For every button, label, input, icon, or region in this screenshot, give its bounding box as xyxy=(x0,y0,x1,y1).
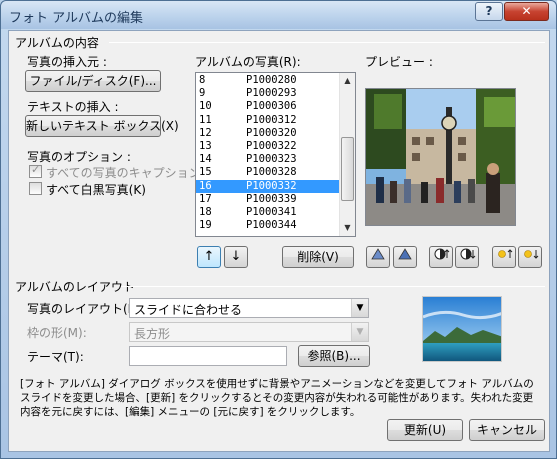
update-button[interactable]: 更新(U) xyxy=(387,419,463,441)
black-white-checkbox-label: すべて白黒写真(K) xyxy=(46,183,146,197)
list-item[interactable]: 18 P1000341 xyxy=(196,206,339,219)
picture-filename: P1000320 xyxy=(246,126,297,139)
new-text-box-button[interactable]: 新しいテキスト ボックス(X) xyxy=(25,115,179,137)
picture-layout-value: スライドに合わせる xyxy=(134,303,243,317)
dialog-client-area: アルバムの内容 写真の挿入元 : ファイル/ディスク(F)... テキストの挿入… xyxy=(8,30,550,452)
remove-button[interactable]: 削除(V) xyxy=(282,246,354,268)
picture-filename: P1000323 xyxy=(246,153,297,166)
picture-filename: P1000332 xyxy=(246,179,297,192)
move-down-button[interactable]: ↓ xyxy=(224,246,248,268)
captions-checkbox[interactable] xyxy=(29,163,42,178)
picture-filename: P1000322 xyxy=(246,140,297,152)
preview-image xyxy=(365,88,516,226)
cancel-button[interactable]: キャンセル xyxy=(469,419,545,441)
list-item[interactable]: 13 P1000322 xyxy=(196,140,339,153)
picture-filename: P1000306 xyxy=(246,100,297,113)
picture-filename: P1000344 xyxy=(246,219,297,232)
picture-filename: P1000339 xyxy=(246,192,297,205)
picture-number: 8 xyxy=(199,74,206,86)
picture-number: 18 xyxy=(199,206,212,218)
picture-options-label: 写真のオプション : xyxy=(27,150,131,164)
help-button[interactable]: ? xyxy=(475,2,503,21)
list-item[interactable]: 16 P1000332 xyxy=(196,179,339,193)
chevron-down-icon[interactable]: ▼ xyxy=(351,323,368,341)
move-up-button[interactable]: ↑ xyxy=(197,246,221,268)
picture-number: 10 xyxy=(199,100,212,113)
picture-filename: P1000341 xyxy=(246,206,297,218)
scroll-up-icon[interactable]: ▲ xyxy=(340,73,355,89)
album-layout-group-label: アルバムのレイアウト xyxy=(15,280,135,294)
album-contents-group-label: アルバムの内容 xyxy=(15,36,99,50)
picture-filename: P1000312 xyxy=(246,113,297,126)
close-button[interactable]: ✕ xyxy=(504,2,549,21)
photo-album-dialog: フォト アルバムの編集 ? ✕ アルバムの内容 写真の挿入元 : ファイル/ディ… xyxy=(0,0,557,459)
window-title: フォト アルバムの編集 xyxy=(9,11,144,26)
scroll-thumb[interactable] xyxy=(341,137,354,201)
insert-text-label: テキストの挿入 : xyxy=(27,100,119,114)
list-item[interactable]: 9 P1000293 xyxy=(196,87,339,100)
brightness-up-icon[interactable] xyxy=(492,246,516,268)
rotate-right-icon[interactable] xyxy=(393,246,417,268)
group-divider xyxy=(109,42,545,43)
picture-layout-label: 写真のレイアウト(P): xyxy=(27,302,144,316)
theme-label: テーマ(T): xyxy=(27,350,84,364)
list-item[interactable]: 17 P1000339 xyxy=(196,193,339,206)
list-item[interactable]: 11 P1000312 xyxy=(196,114,339,127)
title-bar: フォト アルバムの編集 ? ✕ xyxy=(1,1,556,29)
list-scrollbar[interactable]: ▲ ▼ xyxy=(339,73,355,236)
group-divider xyxy=(121,286,545,287)
list-item[interactable]: 12 P1000320 xyxy=(196,127,339,140)
theme-input[interactable] xyxy=(129,346,287,366)
frame-shape-select[interactable]: 長方形 ▼ xyxy=(129,322,369,342)
picture-number: 9 xyxy=(199,87,206,100)
contrast-down-icon[interactable] xyxy=(455,246,479,268)
picture-number: 19 xyxy=(199,219,212,232)
picture-number: 16 xyxy=(199,179,212,192)
browse-button[interactable]: 参照(B)... xyxy=(298,345,370,367)
insert-picture-label: 写真の挿入元 : xyxy=(27,55,107,69)
list-item[interactable]: 15 P1000328 xyxy=(196,166,339,179)
picture-number: 14 xyxy=(199,153,212,166)
picture-number: 12 xyxy=(199,126,212,139)
list-item[interactable]: 10 P1000306 xyxy=(196,100,339,113)
contrast-up-icon[interactable] xyxy=(429,246,453,268)
frame-shape-value: 長方形 xyxy=(134,327,171,341)
picture-filename: P1000280 xyxy=(246,74,297,86)
picture-number: 17 xyxy=(199,192,212,205)
picture-number: 15 xyxy=(199,166,212,179)
scroll-down-icon[interactable]: ▼ xyxy=(340,220,355,236)
update-warning-text: [フォト アルバム] ダイアログ ボックスを使用せずに背景やアニメーションなどを… xyxy=(20,378,534,418)
picture-filename: P1000293 xyxy=(246,87,297,100)
brightness-down-icon[interactable] xyxy=(518,246,542,268)
list-item[interactable]: 19 P1000344 xyxy=(196,219,339,232)
chevron-down-icon[interactable]: ▼ xyxy=(351,299,368,317)
list-item[interactable]: 8 P1000280 xyxy=(196,74,339,87)
file-disk-button[interactable]: ファイル/ディスク(F)... xyxy=(25,70,161,92)
picture-number: 13 xyxy=(199,140,212,152)
album-pictures-label: アルバムの写真(R): xyxy=(195,55,301,69)
rotate-left-icon[interactable] xyxy=(366,246,390,268)
picture-filename: P1000328 xyxy=(246,166,297,179)
layout-preview-image xyxy=(422,296,502,362)
list-item[interactable]: 14 P1000323 xyxy=(196,153,339,166)
captions-checkbox-label: すべての写真のキャプション(A) xyxy=(46,166,219,180)
album-pictures-list[interactable]: 8 P1000280 9 P1000293 10 P1000306 11 P1000312 12… xyxy=(195,72,356,237)
picture-layout-select[interactable]: スライドに合わせる ▼ xyxy=(129,298,369,318)
frame-shape-label: 枠の形(M): xyxy=(27,326,87,340)
picture-number: 11 xyxy=(199,113,212,126)
preview-label: プレビュー : xyxy=(365,55,433,69)
black-white-checkbox[interactable] xyxy=(29,182,42,195)
